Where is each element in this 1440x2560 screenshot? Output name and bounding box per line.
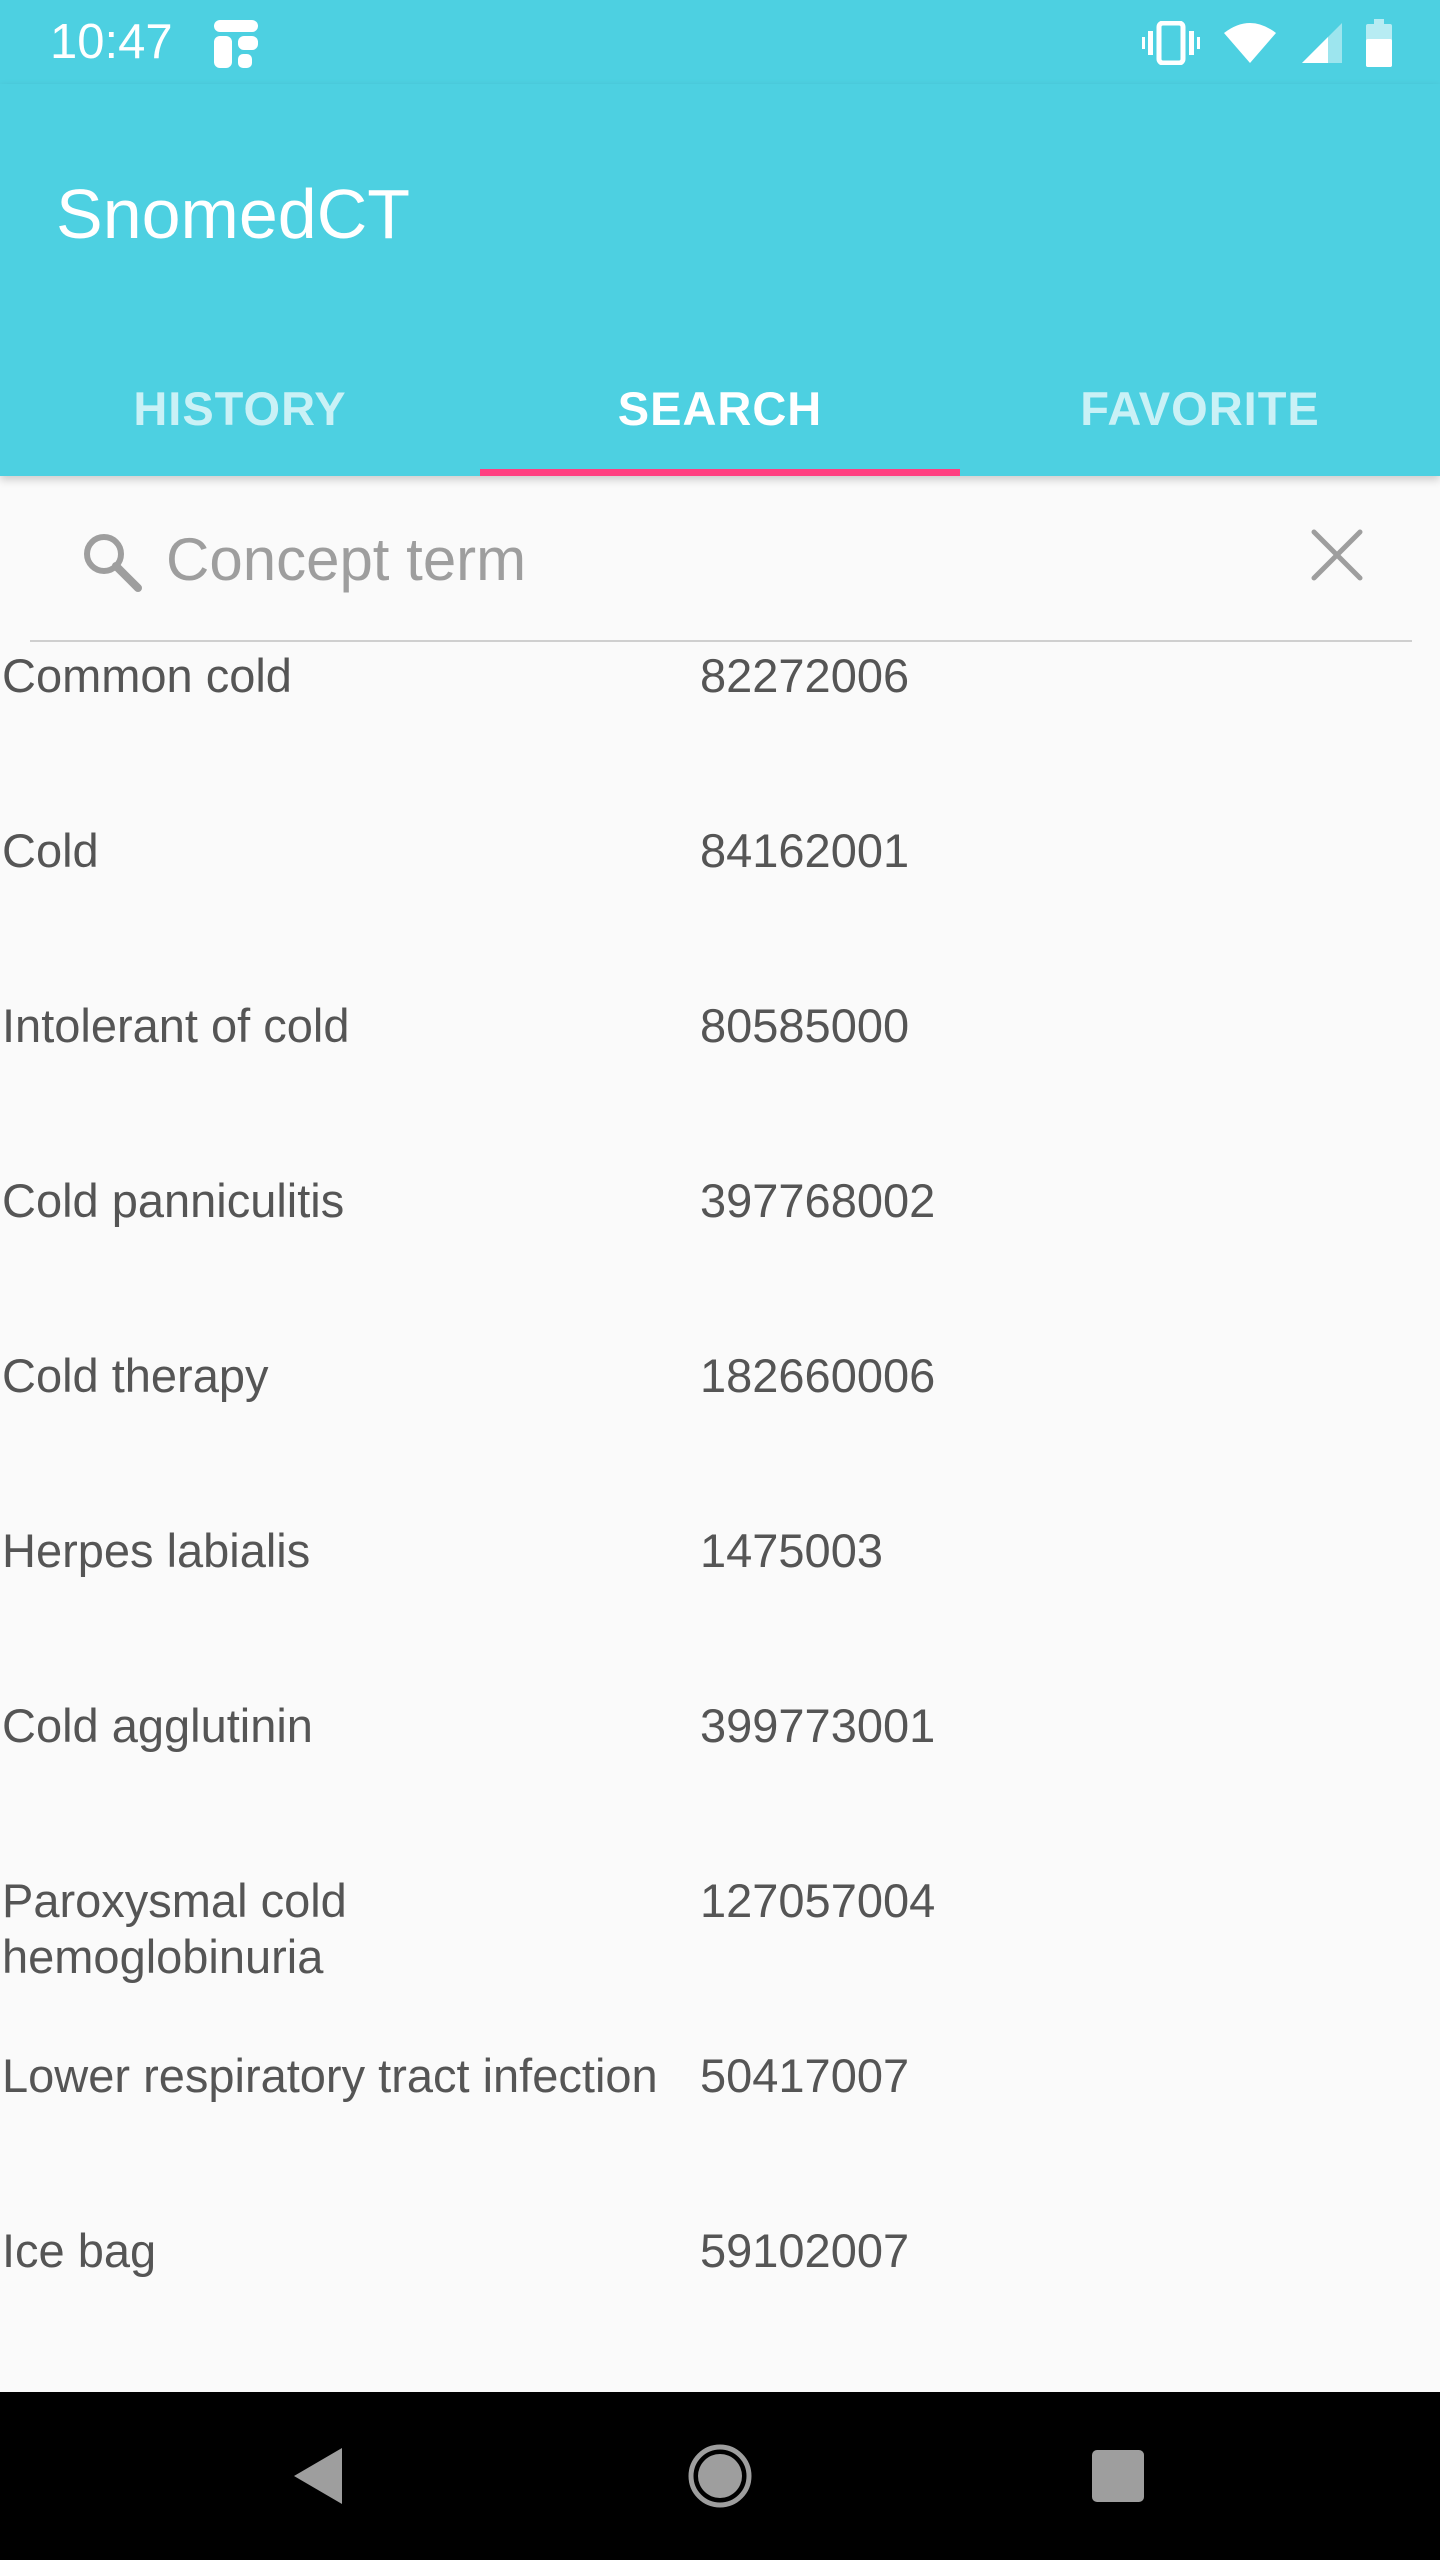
results-list: Common cold 82272006 Cold 84162001 Intol… [0, 642, 1440, 2392]
search-input[interactable] [166, 516, 1166, 602]
list-item[interactable]: Cold panniculitis 397768002 [0, 1167, 1440, 1342]
navigation-bar [0, 2392, 1440, 2560]
list-item[interactable]: Common cold 82272006 [0, 642, 1440, 817]
app-notification-icon [214, 20, 258, 68]
list-item[interactable]: Cold therapy 182660006 [0, 1342, 1440, 1517]
concept-term: Cold agglutinin [2, 1699, 313, 1752]
concept-code: 59102007 [700, 2224, 910, 2277]
search-icon [84, 534, 142, 592]
concept-code: 80585000 [700, 999, 910, 1052]
cell-signal-icon [1302, 23, 1342, 63]
list-item[interactable]: Cold 84162001 [0, 817, 1440, 992]
tab-bar: HISTORY SEARCH FAVORITE [0, 340, 1440, 476]
vibrate-icon [1142, 21, 1200, 65]
tab-search[interactable]: SEARCH [480, 340, 960, 476]
concept-term: Intolerant of cold [2, 999, 350, 1052]
concept-term: Paroxysmal cold hemoglobinuria [2, 1874, 347, 1983]
back-icon [294, 2448, 342, 2504]
list-item[interactable]: Ice bag 59102007 [0, 2217, 1440, 2392]
search-bar [30, 476, 1412, 642]
concept-term: Cold panniculitis [2, 1174, 345, 1227]
list-item[interactable]: Intolerant of cold 80585000 [0, 992, 1440, 1167]
concept-term: Common cold [2, 649, 292, 702]
concept-code: 399773001 [700, 1699, 936, 1752]
list-item[interactable]: Paroxysmal cold hemoglobinuria 127057004 [0, 1867, 1440, 2042]
list-item[interactable]: Cold agglutinin 399773001 [0, 1692, 1440, 1867]
concept-code: 182660006 [700, 1349, 936, 1402]
app-bar: SnomedCT HISTORY SEARCH FAVORITE [0, 84, 1440, 476]
back-button[interactable] [218, 2392, 418, 2560]
home-button[interactable] [620, 2392, 820, 2560]
concept-term: Ice bag [2, 2224, 157, 2277]
concept-code: 127057004 [700, 1874, 936, 1927]
wifi-icon [1224, 23, 1276, 63]
home-icon [688, 2444, 752, 2508]
concept-term: Cold [2, 824, 99, 877]
list-item[interactable]: Herpes labialis 1475003 [0, 1517, 1440, 1692]
concept-code: 1475003 [700, 1524, 883, 1577]
tab-favorite[interactable]: FAVORITE [960, 340, 1440, 476]
battery-icon [1366, 19, 1392, 67]
list-item[interactable]: Lower respiratory tract infection 504170… [0, 2042, 1440, 2217]
app-title: SnomedCT [56, 175, 411, 253]
concept-term: Herpes labialis [2, 1524, 311, 1577]
concept-code: 50417007 [700, 2049, 910, 2102]
close-icon[interactable] [1310, 528, 1364, 582]
concept-term: Lower respiratory tract infection [2, 2049, 658, 2102]
tab-history[interactable]: HISTORY [0, 340, 480, 476]
status-icons [1142, 18, 1392, 68]
concept-code: 82272006 [700, 649, 910, 702]
recents-button[interactable] [1018, 2392, 1218, 2560]
recents-icon [1092, 2450, 1144, 2502]
concept-term: Cold therapy [2, 1349, 269, 1402]
status-time: 10:47 [50, 15, 173, 69]
status-bar: 10:47 [0, 0, 1440, 84]
concept-code: 84162001 [700, 824, 910, 877]
concept-code: 397768002 [700, 1174, 936, 1227]
